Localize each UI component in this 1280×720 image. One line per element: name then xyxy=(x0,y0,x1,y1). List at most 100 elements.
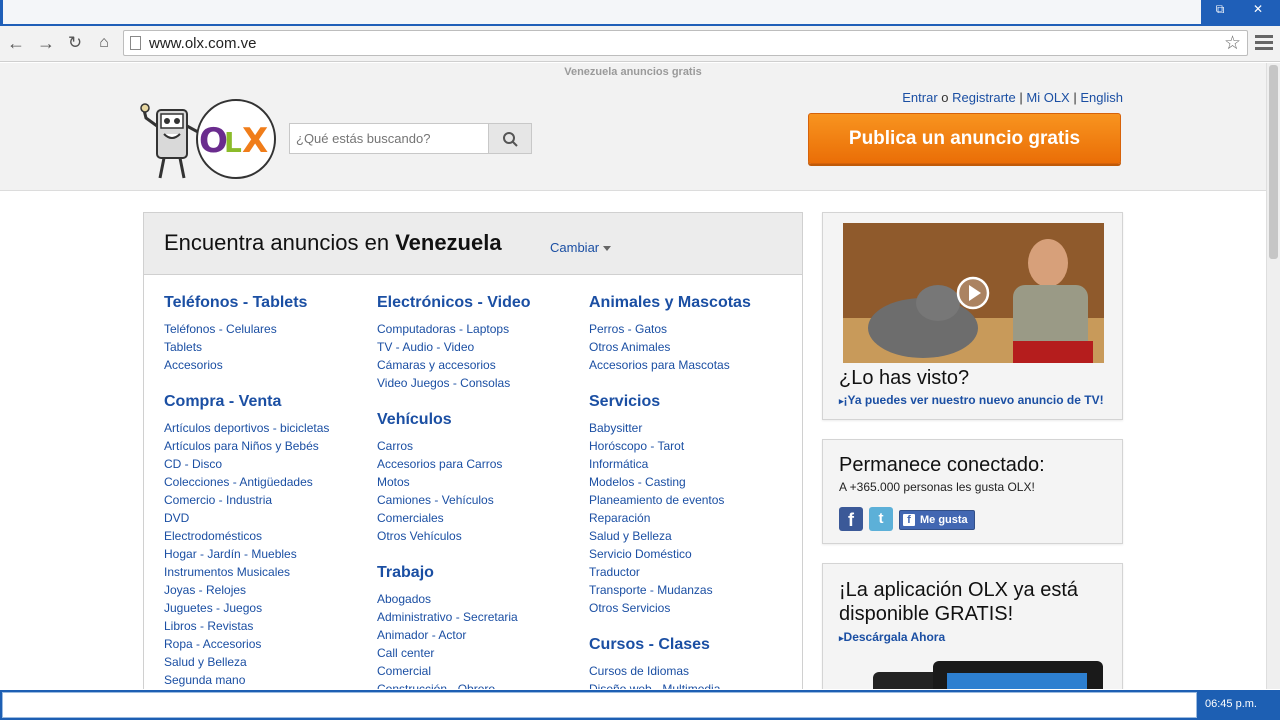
category-link[interactable]: Reparación xyxy=(589,509,650,527)
clock-time: 06:45 p.m. xyxy=(1205,698,1257,710)
back-arrow-icon[interactable]: ← xyxy=(4,31,28,55)
category-link[interactable]: Planeamiento de eventos xyxy=(589,491,724,509)
category-link[interactable]: Babysitter xyxy=(589,419,642,437)
category-link[interactable]: Informática xyxy=(589,455,648,473)
category-link[interactable]: Horóscopo - Tarot xyxy=(589,437,684,455)
category-link[interactable]: Carros xyxy=(377,437,413,455)
category-link[interactable]: Instrumentos Musicales xyxy=(164,563,290,581)
category-link[interactable]: Juguetes - Juegos xyxy=(164,599,262,617)
facebook-icon[interactable]: f xyxy=(839,507,863,531)
category-title[interactable]: Cursos - Clases xyxy=(589,636,710,654)
os-taskbar: 06:45 p.m. xyxy=(0,690,1280,720)
twitter-icon[interactable]: t xyxy=(869,507,893,531)
category-link[interactable]: Traductor xyxy=(589,563,640,581)
category-link[interactable]: Otros Animales xyxy=(589,338,670,356)
category-link[interactable]: Administrativo - Secretaria xyxy=(377,608,518,626)
category-link[interactable]: DVD xyxy=(164,509,189,527)
tv-ad-box: ¿Lo has visto? ▸¡Ya puedes ver nuestro n… xyxy=(822,212,1123,420)
category-link[interactable]: Salud y Belleza xyxy=(589,527,672,545)
home-icon[interactable]: ⌂ xyxy=(92,31,116,55)
search-input[interactable] xyxy=(289,123,489,154)
category-link[interactable]: Segunda mano xyxy=(164,671,245,689)
category-link[interactable]: Abogados xyxy=(377,590,431,608)
category-title[interactable]: Trabajo xyxy=(377,564,434,582)
forward-arrow-icon[interactable]: → xyxy=(34,31,58,55)
category-link[interactable]: Tablets xyxy=(164,338,202,356)
like-label: Me gusta xyxy=(920,514,968,526)
category-title[interactable]: Vehículos xyxy=(377,411,452,429)
category-title[interactable]: Teléfonos - Tablets xyxy=(164,294,307,312)
facebook-f-icon: f xyxy=(903,514,915,526)
olx-logo[interactable]: O L X xyxy=(140,96,280,182)
category-link[interactable]: Accesorios xyxy=(164,356,223,374)
category-link[interactable]: Computadoras - Laptops xyxy=(377,320,509,338)
change-location-link[interactable]: Cambiar xyxy=(550,240,612,255)
category-title[interactable]: Compra - Venta xyxy=(164,393,281,411)
video-box-link-text: ¡Ya puedes ver nuestro nuevo anuncio de … xyxy=(843,393,1104,407)
taskbar-window-item[interactable] xyxy=(2,692,1197,718)
browser-menu-icon[interactable] xyxy=(1255,32,1273,54)
video-thumbnail[interactable] xyxy=(843,223,1104,363)
category-link[interactable]: Colecciones - Antigüedades xyxy=(164,473,313,491)
category-link[interactable]: Comerciales xyxy=(377,509,444,527)
category-link[interactable]: Artículos para Niños y Bebés xyxy=(164,437,319,455)
category-link[interactable]: Servicio Doméstico xyxy=(589,545,692,563)
category-link[interactable]: Otros Vehículos xyxy=(377,527,462,545)
category-link[interactable]: Comercio - Industria xyxy=(164,491,272,509)
publish-ad-button[interactable]: Publica un anuncio gratis xyxy=(808,113,1121,164)
category-title[interactable]: Animales y Mascotas xyxy=(589,294,751,312)
category-link[interactable]: Ropa - Accesorios xyxy=(164,635,261,653)
site-header: Venezuela anuncios gratis O L X ¿Qué est… xyxy=(0,63,1266,191)
url-text[interactable]: www.olx.com.ve xyxy=(149,35,257,52)
category-link[interactable]: Modelos - Casting xyxy=(589,473,686,491)
category-link[interactable]: Teléfonos - Celulares xyxy=(164,320,277,338)
category-link[interactable]: Cámaras y accesorios xyxy=(377,356,496,374)
facebook-like-button[interactable]: f Me gusta xyxy=(899,510,975,530)
category-link[interactable]: Libros - Revistas xyxy=(164,617,253,635)
change-location-label: Cambiar xyxy=(550,240,600,255)
app-box-title-line1: ¡La aplicación OLX ya está xyxy=(839,579,1079,601)
category-link[interactable]: TV - Audio - Video xyxy=(377,338,474,356)
category-link[interactable]: Salud y Belleza xyxy=(164,653,247,671)
scrollbar-thumb[interactable] xyxy=(1269,65,1278,259)
category-link[interactable]: Camiones - Vehículos xyxy=(377,491,494,509)
category-link[interactable]: Hogar - Jardín - Muebles xyxy=(164,545,297,563)
search-button[interactable] xyxy=(488,123,532,154)
category-title[interactable]: Servicios xyxy=(589,393,660,411)
category-link[interactable]: Motos xyxy=(377,473,410,491)
panel-title-prefix: Encuentra anuncios en xyxy=(164,230,390,255)
category-link[interactable]: Accesorios para Mascotas xyxy=(589,356,730,374)
bookmark-star-icon[interactable]: ☆ xyxy=(1224,32,1241,55)
restore-window-icon[interactable]: ⧉ xyxy=(1203,0,1237,20)
english-link[interactable]: English xyxy=(1080,90,1123,105)
register-link[interactable]: Registrarte xyxy=(952,90,1016,105)
category-link[interactable]: Accesorios para Carros xyxy=(377,455,502,473)
close-window-icon[interactable]: ✕ xyxy=(1238,0,1278,20)
category-title[interactable]: Electrónicos - Video xyxy=(377,294,531,312)
category-link[interactable]: Transporte - Mudanzas xyxy=(589,581,713,599)
category-link[interactable]: Cursos de Idiomas xyxy=(589,662,689,680)
reload-icon[interactable]: ↻ xyxy=(63,31,87,55)
categories-area: Teléfonos - Tablets Teléfonos - Celulares… xyxy=(144,276,802,689)
category-link[interactable]: Call center xyxy=(377,644,434,662)
category-link[interactable]: Electrodomésticos xyxy=(164,527,262,545)
page-scrollbar[interactable] xyxy=(1266,63,1280,689)
video-box-link[interactable]: ▸¡Ya puedes ver nuestro nuevo anuncio de… xyxy=(839,393,1104,407)
app-box-title: ¡La aplicación OLX ya está disponible GR… xyxy=(839,578,1078,626)
social-box: Permanece conectado: A +365.000 personas… xyxy=(822,439,1123,544)
category-link[interactable]: Comercial xyxy=(377,662,431,680)
category-link[interactable]: Animador - Actor xyxy=(377,626,466,644)
app-download-link[interactable]: ▸Descárgala Ahora xyxy=(839,630,945,644)
or-text: o xyxy=(941,90,949,105)
category-link[interactable]: Construcción - Obrero xyxy=(377,680,495,689)
category-link[interactable]: Diseño web - Multimedia xyxy=(589,680,720,689)
my-olx-link[interactable]: Mi OLX xyxy=(1026,90,1069,105)
login-link[interactable]: Entrar xyxy=(902,90,937,105)
category-link[interactable]: CD - Disco xyxy=(164,455,222,473)
address-bar[interactable]: www.olx.com.ve ☆ xyxy=(123,30,1248,56)
category-link[interactable]: Otros Servicios xyxy=(589,599,670,617)
category-link[interactable]: Joyas - Relojes xyxy=(164,581,246,599)
category-link[interactable]: Artículos deportivos - bicicletas xyxy=(164,419,329,437)
category-link[interactable]: Perros - Gatos xyxy=(589,320,667,338)
category-link[interactable]: Video Juegos - Consolas xyxy=(377,374,510,392)
